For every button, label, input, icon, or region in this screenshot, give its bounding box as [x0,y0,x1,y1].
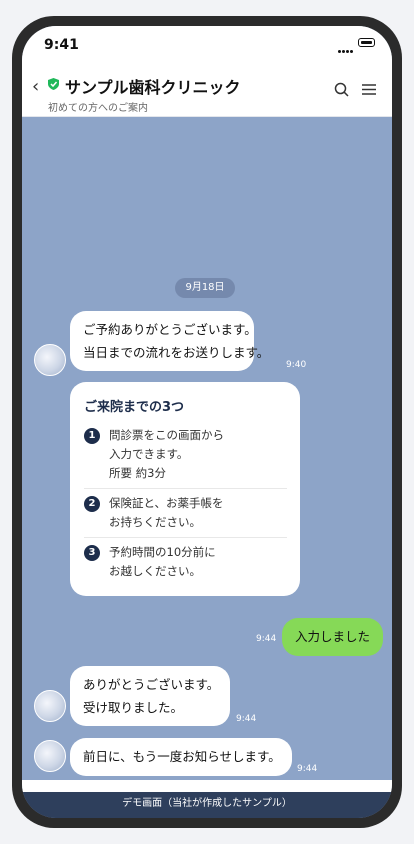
status-time: 9:41 [44,37,79,53]
step-line: 予約時間の10分前に [109,545,216,559]
step-line: 保険証と、お薬手帳を [109,496,224,510]
step-number: 1 [84,428,100,444]
step-number: 2 [84,496,100,512]
phone-frame: 9:41 ‹ サンプル歯科クリニック 初めての方へのご案内 9月18日 ご予約あ… [12,16,402,828]
message-line: 当日までの流れをお送りします。 [83,345,270,360]
message-bubble: ありがとうございます。 受け取りました。 [70,666,230,726]
screen: 9:41 ‹ サンプル歯科クリニック 初めての方へのご案内 9月18日 ご予約あ… [22,26,392,818]
step-line: 入力できます。 [109,447,189,461]
message-time: 9:44 [256,634,277,644]
message-line: 入力しました [295,629,371,644]
chat-title: サンプル歯科クリニック [65,78,241,97]
avatar[interactable] [34,344,66,376]
card-title: ご来院までの3つ [84,400,185,415]
menu-icon[interactable] [362,84,376,95]
divider [84,537,287,538]
message-bubble: ご予約ありがとうございます。 当日までの流れをお送りします。 [70,311,270,371]
demo-footer: デモ画面（当社が作成したサンプル） [22,792,392,818]
step-text: 予約時間の10分前に お越しください。 [109,543,216,581]
message-line: ありがとうございます。 [83,677,220,692]
step-text: 保険証と、お薬手帳を お持ちください。 [109,494,224,532]
search-icon[interactable] [334,82,349,97]
date-separator: 9月18日 [175,278,235,298]
step-line: お持ちください。 [109,515,201,529]
step-line: 問診票をこの画面から [109,428,224,442]
status-bar: 9:41 [22,26,392,64]
step-text: 問診票をこの画面から 入力できます。 所要 約3分 [109,426,224,483]
avatar[interactable] [34,740,66,772]
steps-card: ご来院までの3つ 1 問診票をこの画面から 入力できます。 所要 約3分 2 保… [70,382,300,596]
signal-icon [338,41,354,60]
battery-icon [358,38,375,47]
step-line: 所要 約3分 [109,466,166,480]
avatar[interactable] [34,690,66,722]
message-time: 9:44 [236,714,257,724]
step-number: 3 [84,545,100,561]
message-line: 前日に、もう一度お知らせします。 [83,749,281,764]
chat-header: ‹ サンプル歯科クリニック 初めての方へのご案内 [22,64,392,117]
shield-check-icon [48,78,59,90]
message-bubble: 前日に、もう一度お知らせします。 [70,738,292,776]
step-line: お越しください。 [109,564,201,578]
message-time: 9:40 [286,360,307,370]
message-line: 受け取りました。 [83,700,184,715]
input-area [22,780,392,792]
chat-subtitle: 初めての方へのご案内 [48,103,148,114]
divider [84,488,287,489]
chevron-left-icon[interactable]: ‹ [32,76,39,97]
message-time: 9:44 [297,764,318,774]
message-line: ご予約ありがとうございます。 [83,322,257,337]
user-message-bubble: 入力しました [282,618,384,656]
